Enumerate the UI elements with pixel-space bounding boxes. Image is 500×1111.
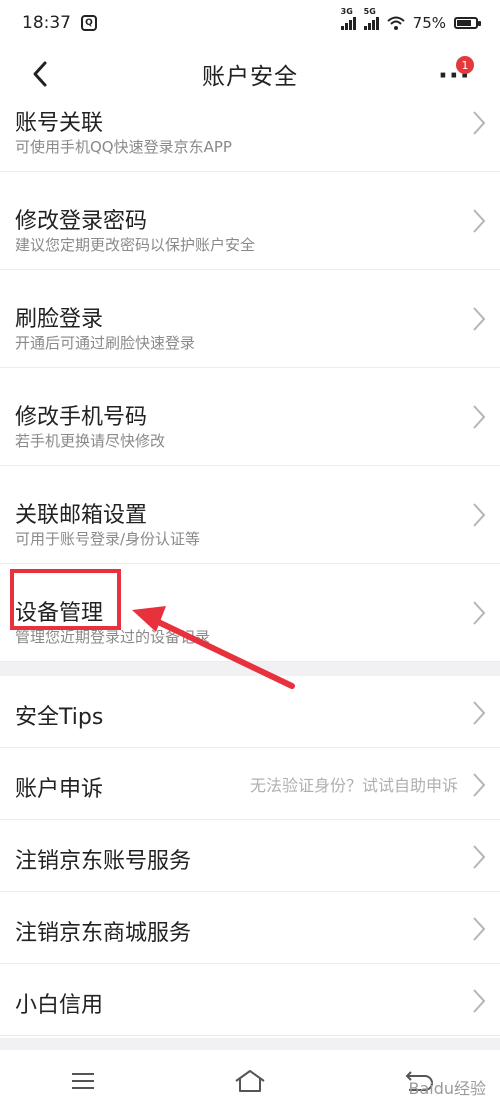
chevron-left-icon [33, 61, 47, 87]
status-time: 18:37 [22, 13, 71, 33]
list-item-cancel-jd-account[interactable]: 注销京东账号服务 [0, 820, 500, 892]
home-icon [235, 1069, 265, 1092]
section-divider [0, 662, 500, 676]
list-item-title: 修改登录密码 [15, 209, 148, 234]
home-button[interactable] [230, 1066, 270, 1096]
list-item-title: 修改手机号码 [15, 405, 148, 430]
list-item-title: 注销京东商城服务 [15, 921, 192, 946]
list-item-email-settings[interactable]: 关联邮箱设置 可用于账号登录/身份认证等 [0, 466, 500, 564]
list-item-title: 安全Tips [15, 705, 104, 730]
highlight-box [10, 569, 121, 630]
list-item-title: 刷脸登录 [15, 307, 104, 332]
list-item-xiaobai-credit[interactable]: 小白信用 [0, 964, 500, 1036]
notification-badge: 1 [456, 56, 474, 74]
chevron-right-icon [473, 989, 486, 1013]
back-button[interactable] [26, 58, 56, 90]
list-item-title: 小白信用 [15, 993, 104, 1018]
list-item-change-password[interactable]: 修改登录密码 建议您定期更改密码以保护账户安全 [0, 172, 500, 270]
signal-3g-icon: 3G [340, 7, 356, 30]
list-item-title: 账户申诉 [15, 777, 104, 802]
bottom-spacer [0, 1038, 500, 1050]
menu-icon [72, 1072, 95, 1089]
status-bar: 18:37 Q 3G 5G 75% [0, 0, 500, 46]
list-item-account-appeal[interactable]: 账户申诉 无法验证身份？试试自助申诉 [0, 748, 500, 820]
list-item-cancel-jd-mall[interactable]: 注销京东商城服务 [0, 892, 500, 964]
chevron-right-icon [473, 917, 486, 941]
nav-bar: 账户安全 ··· 1 [0, 46, 500, 102]
chevron-right-icon [473, 405, 486, 429]
list-item-subtitle: 可使用手机QQ快速登录京东APP [15, 138, 232, 156]
chevron-right-icon [473, 701, 486, 725]
app-notification-icon: Q [81, 15, 97, 31]
chevron-right-icon [473, 845, 486, 869]
list-item-title: 账号关联 [15, 111, 104, 136]
chevron-right-icon [473, 307, 486, 331]
list-item-face-login[interactable]: 刷脸登录 开通后可通过刷脸快速登录 [0, 270, 500, 368]
list-item-hint: 无法验证身份？试试自助申诉 [249, 776, 458, 795]
list-item-subtitle: 开通后可通过刷脸快速登录 [15, 334, 196, 352]
list-item-subtitle: 若手机更换请尽快修改 [15, 432, 166, 450]
list-item-subtitle: 建议您定期更改密码以保护账户安全 [15, 236, 256, 254]
chevron-right-icon [473, 111, 486, 135]
list-item-security-tips[interactable]: 安全Tips [0, 676, 500, 748]
signal-5g-icon: 5G [363, 7, 379, 30]
watermark: Baidu经验 [408, 1079, 486, 1098]
list-item-account-link[interactable]: 账号关联 可使用手机QQ快速登录京东APP [0, 102, 500, 172]
list-item-title: 关联邮箱设置 [15, 503, 148, 528]
menu-button[interactable] [63, 1066, 103, 1096]
list-item-change-phone[interactable]: 修改手机号码 若手机更换请尽快修改 [0, 368, 500, 466]
chevron-right-icon [473, 601, 486, 625]
chevron-right-icon [473, 503, 486, 527]
list-item-subtitle: 可用于账号登录/身份认证等 [15, 530, 201, 548]
page-title: 账户安全 [202, 64, 298, 90]
chevron-right-icon [473, 773, 486, 797]
battery-icon [454, 17, 481, 29]
list-item-title: 注销京东账号服务 [15, 849, 192, 874]
wifi-icon [386, 16, 405, 30]
more-button[interactable]: ··· 1 [434, 56, 474, 92]
chevron-right-icon [473, 209, 486, 233]
battery-percent: 75% [412, 14, 446, 32]
